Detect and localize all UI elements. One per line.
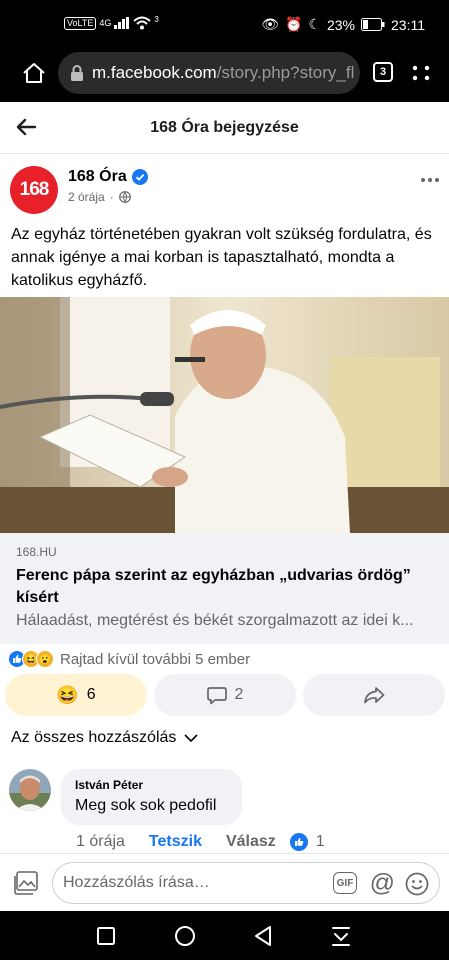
comment-time: 1 órája	[76, 833, 125, 850]
comment-author-avatar[interactable]	[9, 769, 51, 811]
comment-like-icon	[289, 833, 308, 851]
verified-badge-icon	[131, 169, 148, 185]
wifi-superscript: 3	[154, 14, 159, 24]
share-button[interactable]	[303, 674, 445, 716]
comment-like-count: 1	[315, 833, 325, 850]
page-title: 168 Óra bejegyzése	[150, 118, 299, 136]
address-bar[interactable]: m.facebook.com/story.php?story_fl	[58, 52, 360, 94]
comment-icon	[206, 686, 227, 704]
comment-sort-toggle[interactable]: Az összes hozzászólás	[11, 729, 198, 747]
battery-icon	[361, 18, 385, 31]
comment-like-button[interactable]: Tetszik	[149, 833, 202, 851]
comment-composer: Hozzászólás írása… GIF @	[0, 853, 449, 911]
post-options-icon[interactable]	[420, 177, 440, 183]
status-bar: VoLTE 4G 3 👁 ⏰ ☾ 23% 23:11	[0, 0, 449, 52]
comment-bubble: István Péter Meg sok sok pedofil	[61, 769, 242, 825]
comment-count: 2	[234, 686, 244, 703]
comment-input[interactable]: Hozzászólás írása… GIF @	[52, 862, 440, 904]
post-actions: 😆 6 2	[5, 674, 445, 716]
reaction-count: 6	[86, 686, 96, 703]
battery-percent: 23%	[326, 16, 355, 33]
volte-indicator: VoLTE	[64, 16, 97, 30]
url-host: m.facebook.com	[92, 63, 217, 82]
link-headline: Ferenc pápa szerint az egyházban „udvari…	[16, 567, 411, 606]
back-triangle-icon[interactable]	[253, 925, 273, 947]
chevron-down-icon	[184, 733, 198, 742]
lock-icon	[71, 65, 83, 81]
comment-button[interactable]: 2	[154, 674, 296, 716]
link-description: Hálaadást, megtérést és békét szorgalmaz…	[16, 612, 414, 629]
reactions-summary[interactable]: 😆 😮 Rajtad kívül további 5 ember	[8, 648, 250, 670]
wifi-icon	[133, 16, 152, 30]
mention-icon[interactable]: @	[370, 869, 395, 897]
system-navigation-bar	[0, 911, 449, 960]
url-path: /story.php?story_fl	[216, 63, 355, 82]
comment-placeholder: Hozzászólás írása…	[63, 874, 210, 891]
gif-button[interactable]: GIF	[333, 872, 357, 894]
hide-keyboard-icon[interactable]	[331, 925, 351, 947]
page-avatar[interactable]: 168	[10, 166, 58, 214]
browser-toolbar: m.facebook.com/story.php?story_fl 3	[0, 52, 449, 102]
meta-separator: ·	[109, 190, 114, 204]
comment-author[interactable]: István Péter	[75, 778, 228, 792]
moon-icon: ☾	[308, 16, 321, 32]
eye-icon: 👁	[261, 16, 279, 32]
pope-reading-photo	[0, 297, 449, 533]
more-options-icon[interactable]	[412, 65, 430, 81]
home-circle-icon[interactable]	[174, 925, 196, 947]
link-preview[interactable]: 168.HU Ferenc pápa szerint az egyházban …	[0, 533, 449, 644]
signal-icon	[114, 17, 130, 29]
post-text: Az egyház történetében gyakran volt szük…	[11, 226, 432, 289]
tab-count: 3	[379, 66, 387, 78]
share-icon	[364, 687, 385, 704]
alarm-icon: ⏰	[284, 16, 303, 32]
comment-text: Meg sok sok pedofil	[75, 797, 217, 814]
reaction-button[interactable]: 😆 6	[5, 674, 147, 716]
home-icon[interactable]	[22, 62, 46, 84]
emoji-icon[interactable]	[405, 872, 429, 896]
page-name[interactable]: 168 Óra	[68, 168, 127, 186]
post-time[interactable]: 2 órája	[68, 190, 105, 204]
avatar-text: 168	[19, 179, 50, 200]
tab-switcher-button[interactable]: 3	[373, 62, 393, 82]
gif-label: GIF	[336, 877, 354, 889]
haha-icon: 😆	[56, 684, 79, 705]
wow-reaction-icon: 😮	[36, 650, 54, 668]
reactions-text: Rajtad kívül további 5 ember	[60, 650, 251, 668]
photo-attach-icon[interactable]	[13, 871, 39, 895]
network-type: 4G	[99, 18, 112, 28]
comment-meta: 1 órája Tetszik Válasz 1	[76, 833, 325, 851]
page-header: 168 Óra bejegyzése	[0, 102, 449, 154]
page-name-row: 168 Óra	[68, 168, 148, 186]
link-domain: 168.HU	[16, 545, 57, 559]
recent-apps-icon[interactable]	[96, 926, 116, 946]
comment-sort-label: Az összes hozzászólás	[11, 729, 177, 746]
post-meta: 2 órája ·	[68, 190, 131, 204]
post-photo[interactable]	[0, 297, 449, 533]
clock: 23:11	[391, 16, 425, 33]
globe-icon	[118, 191, 131, 203]
comment-reply-button[interactable]: Válasz	[226, 833, 276, 851]
